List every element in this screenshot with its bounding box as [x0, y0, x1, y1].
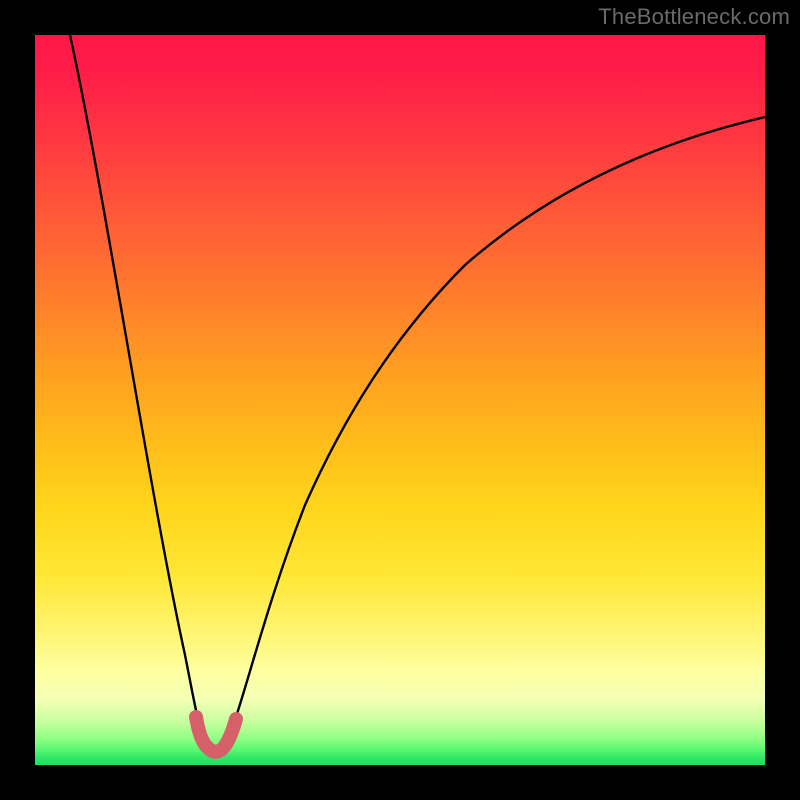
curve-layer [35, 35, 765, 765]
optimal-range-marker [196, 717, 236, 752]
chart-frame: TheBottleneck.com [0, 0, 800, 800]
attribution-label: TheBottleneck.com [598, 4, 790, 30]
bottleneck-curve [70, 35, 765, 748]
plot-area [35, 35, 765, 765]
